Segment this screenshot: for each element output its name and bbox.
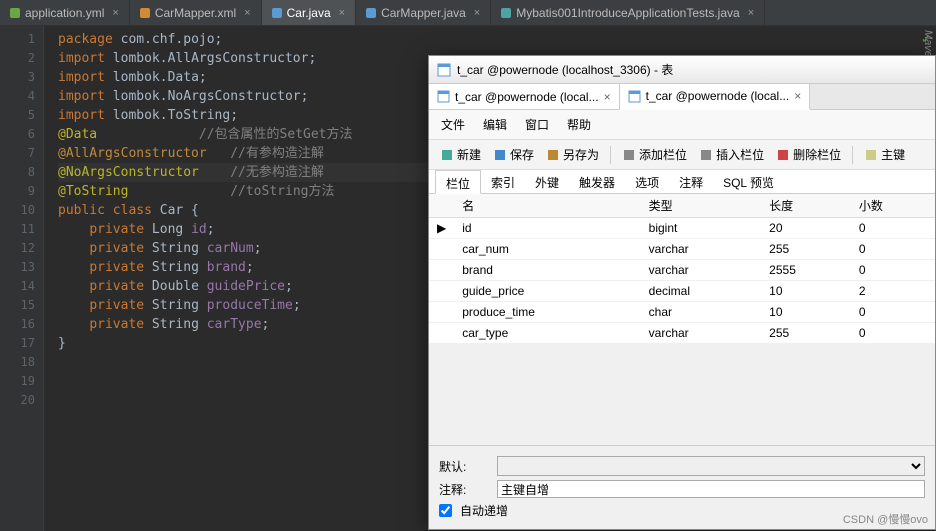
file-icon: [501, 8, 511, 18]
tool-icon: [493, 148, 507, 162]
comment-input[interactable]: [497, 480, 925, 498]
db-subtabs: 栏位索引外键触发器选项注释SQL 预览: [429, 170, 935, 194]
sub-tab[interactable]: 注释: [669, 170, 713, 193]
close-icon[interactable]: ×: [339, 7, 345, 19]
tool-icon: [699, 148, 713, 162]
table-icon: [437, 63, 451, 77]
default-label: 默认:: [439, 458, 489, 475]
tool-另存为[interactable]: 另存为: [541, 144, 604, 165]
sub-tab[interactable]: 触发器: [569, 170, 625, 193]
tool-icon: [622, 148, 636, 162]
editor-tabs: application.yml×CarMapper.xml×Car.java×C…: [0, 0, 936, 26]
db-tab[interactable]: t_car @powernode (local...×: [620, 84, 811, 110]
close-icon[interactable]: ×: [112, 7, 118, 19]
db-title-text: t_car @powernode (localhost_3306) - 表: [457, 61, 673, 78]
table-row[interactable]: car_typevarchar2550: [429, 323, 935, 344]
sub-tab[interactable]: 外键: [525, 170, 569, 193]
tool-icon: [546, 148, 560, 162]
sub-tab[interactable]: 选项: [625, 170, 669, 193]
menu-item[interactable]: 文件: [441, 116, 465, 133]
col-header[interactable]: 名: [454, 194, 640, 218]
table-row[interactable]: car_numvarchar2550: [429, 239, 935, 260]
db-menu: 文件 编辑 窗口 帮助: [429, 110, 935, 140]
tool-icon: [776, 148, 790, 162]
file-icon: [366, 8, 376, 18]
watermark: CSDN @慢慢ovo: [843, 511, 928, 527]
tool-插入栏位[interactable]: 插入栏位: [694, 144, 769, 165]
line-gutter: 1234567891011121314151617181920: [0, 26, 44, 531]
menu-item[interactable]: 窗口: [525, 116, 549, 133]
editor-tab[interactable]: CarMapper.java×: [356, 0, 491, 25]
editor-tab[interactable]: application.yml×: [0, 0, 130, 25]
tool-主键[interactable]: 主键: [859, 144, 910, 165]
col-header[interactable]: 小数: [851, 194, 935, 218]
db-tab[interactable]: t_car @powernode (local...×: [429, 84, 620, 109]
table-row[interactable]: produce_timechar100: [429, 302, 935, 323]
tool-icon: [864, 148, 878, 162]
tool-删除栏位[interactable]: 删除栏位: [771, 144, 846, 165]
db-window: t_car @powernode (localhost_3306) - 表 t_…: [428, 55, 936, 530]
table-row[interactable]: ▶idbigint200: [429, 218, 935, 239]
close-icon[interactable]: ×: [748, 7, 754, 19]
auto-increment-label: 自动递增: [460, 502, 508, 519]
sub-tab[interactable]: 索引: [481, 170, 525, 193]
col-header[interactable]: 类型: [641, 194, 762, 218]
comment-label: 注释:: [439, 481, 489, 498]
table-icon: [628, 90, 641, 103]
columns-table: 名类型长度小数 ▶idbigint200car_numvarchar2550br…: [429, 194, 935, 344]
db-tabs: t_car @powernode (local...×t_car @powern…: [429, 84, 935, 110]
close-icon[interactable]: ×: [604, 90, 611, 104]
file-icon: [10, 8, 20, 18]
tool-icon: [440, 148, 454, 162]
table-icon: [437, 90, 450, 103]
auto-increment-checkbox[interactable]: [439, 504, 452, 517]
check-icon: ✓: [922, 30, 930, 49]
menu-item[interactable]: 编辑: [483, 116, 507, 133]
file-icon: [272, 8, 282, 18]
db-titlebar[interactable]: t_car @powernode (localhost_3306) - 表: [429, 56, 935, 84]
editor-tab[interactable]: Mybatis001IntroduceApplicationTests.java…: [491, 0, 765, 25]
db-toolbar: 新建保存另存为添加栏位插入栏位删除栏位主键: [429, 140, 935, 170]
col-header[interactable]: 长度: [761, 194, 851, 218]
editor-tab[interactable]: Car.java×: [262, 0, 356, 25]
menu-item[interactable]: 帮助: [567, 116, 591, 133]
tool-保存[interactable]: 保存: [488, 144, 539, 165]
file-icon: [140, 8, 150, 18]
editor-tab[interactable]: CarMapper.xml×: [130, 0, 262, 25]
table-row[interactable]: brandvarchar25550: [429, 260, 935, 281]
sub-tab[interactable]: SQL 预览: [713, 170, 784, 193]
close-icon[interactable]: ×: [474, 7, 480, 19]
default-select[interactable]: [497, 456, 925, 476]
tool-添加栏位[interactable]: 添加栏位: [617, 144, 692, 165]
code-line[interactable]: package com.chf.pojo;: [58, 30, 936, 49]
close-icon[interactable]: ×: [244, 7, 250, 19]
close-icon[interactable]: ×: [794, 89, 801, 103]
table-row[interactable]: guide_pricedecimal102: [429, 281, 935, 302]
sub-tab[interactable]: 栏位: [435, 170, 481, 194]
tool-新建[interactable]: 新建: [435, 144, 486, 165]
